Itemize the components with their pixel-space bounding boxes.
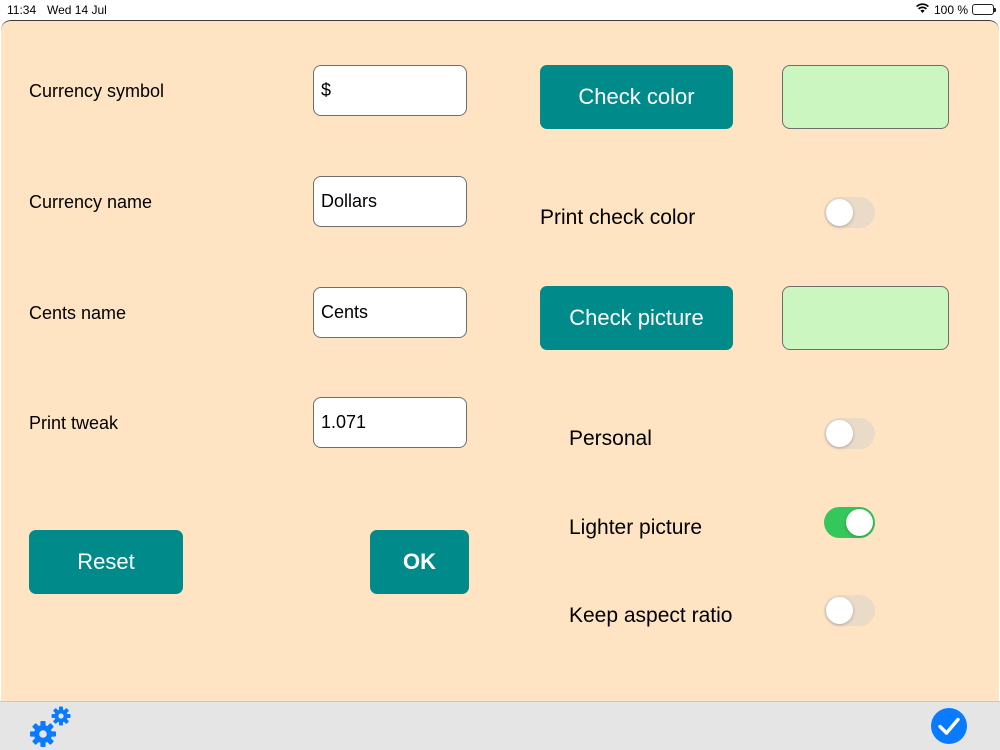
print-tweak-label: Print tweak — [29, 413, 119, 433]
status-date: Wed 14 Jul — [47, 3, 107, 17]
currency-symbol-field[interactable]: $ — [313, 65, 467, 116]
currency-name-label: Currency name — [29, 192, 153, 212]
status-bar: 11:34 Wed 14 Jul 100 % — [0, 0, 1000, 20]
bottom-toolbar — [0, 701, 1000, 750]
currency-symbol-label: Currency symbol — [29, 81, 165, 101]
check-picture-swatch[interactable] — [782, 286, 949, 350]
toggle-knob — [826, 420, 853, 447]
toggle-knob — [826, 199, 853, 226]
status-time: 11:34 — [7, 3, 37, 17]
wifi-icon — [915, 2, 930, 17]
toggle-knob — [846, 509, 873, 536]
personal-label: Personal — [569, 427, 652, 450]
app-root: 11:34 Wed 14 Jul 100 % Currency symbol $… — [0, 0, 1000, 750]
status-right: 100 % — [915, 2, 996, 17]
cents-name-label: Cents name — [29, 303, 127, 323]
lighter-picture-toggle[interactable] — [824, 507, 875, 538]
keep-aspect-ratio-label: Keep aspect ratio — [569, 604, 733, 627]
print-check-color-toggle[interactable] — [824, 197, 875, 228]
battery-percentage: 100 % — [933, 2, 968, 17]
ok-button[interactable]: OK — [370, 530, 469, 594]
currency-name-field[interactable]: Dollars — [313, 176, 467, 227]
keep-aspect-ratio-toggle[interactable] — [824, 595, 875, 626]
settings-panel: Currency symbol $ Currency name Dollars … — [1, 20, 999, 701]
reset-button[interactable]: Reset — [29, 530, 183, 594]
check-color-swatch[interactable] — [782, 65, 949, 129]
gears-icon[interactable] — [28, 704, 76, 750]
checkmark-circle-icon[interactable] — [930, 707, 968, 750]
print-tweak-field[interactable]: 1.071 — [313, 397, 467, 448]
personal-toggle[interactable] — [824, 418, 875, 449]
check-color-button[interactable]: Check color — [540, 65, 733, 129]
cents-name-field[interactable]: Cents — [313, 287, 467, 338]
battery-icon — [972, 4, 996, 15]
lighter-picture-label: Lighter picture — [569, 516, 703, 539]
print-check-color-label: Print check color — [540, 206, 696, 229]
toggle-knob — [826, 597, 853, 624]
check-picture-button[interactable]: Check picture — [540, 286, 733, 350]
